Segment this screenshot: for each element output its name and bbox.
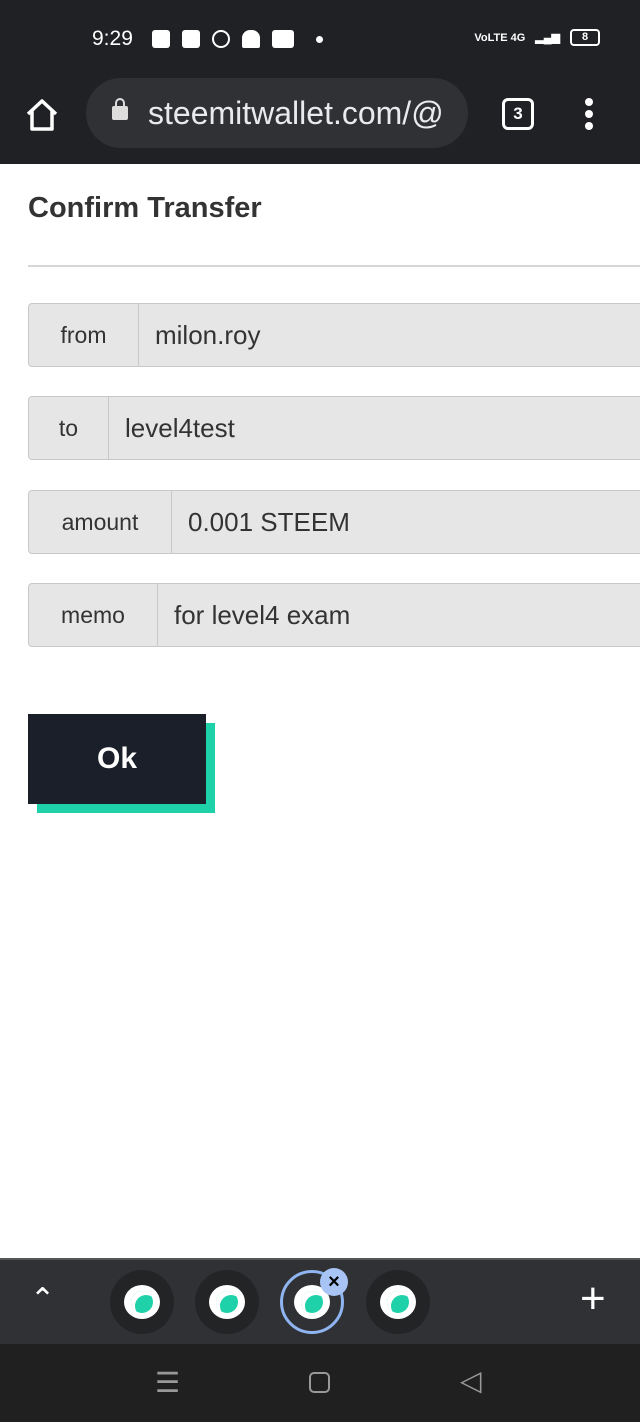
- news-icon: [182, 30, 200, 48]
- amount-label: amount: [29, 491, 172, 553]
- tab-strip: ⌃ × +: [0, 1258, 640, 1344]
- system-nav-bar: ☰ ◁: [0, 1344, 640, 1422]
- more-dot-icon: [316, 35, 323, 43]
- tab-thumbnail[interactable]: [366, 1270, 430, 1334]
- tab-thumbnail[interactable]: [195, 1270, 259, 1334]
- from-field: from milon.roy: [28, 303, 640, 367]
- steemit-favicon-icon: [209, 1285, 245, 1319]
- from-value: milon.roy: [155, 319, 261, 350]
- back-icon[interactable]: ◁: [460, 1364, 482, 1397]
- divider: [28, 265, 640, 267]
- more-menu-icon[interactable]: [585, 98, 593, 134]
- to-value: level4test: [125, 412, 235, 443]
- memo-field: memo for level4 exam: [28, 583, 640, 647]
- amount-value: 0.001 STEEM: [188, 506, 350, 537]
- from-label: from: [29, 304, 139, 366]
- steemit-favicon-icon: [124, 1285, 160, 1319]
- chevron-up-icon[interactable]: ⌃: [30, 1282, 55, 1317]
- home-icon[interactable]: [24, 98, 60, 132]
- to-label: to: [29, 397, 109, 459]
- video-icon: [152, 30, 170, 48]
- steemit-favicon-icon: [380, 1285, 416, 1319]
- amount-field: amount 0.001 STEEM: [28, 490, 640, 554]
- clock: 9:29: [92, 27, 133, 50]
- close-tab-icon[interactable]: ×: [320, 1268, 348, 1296]
- youtube-icon: [272, 30, 294, 48]
- bell-icon: [242, 30, 260, 48]
- notification-icons: [152, 30, 323, 48]
- page-title: Confirm Transfer: [28, 192, 262, 224]
- battery-icon: 8: [570, 29, 600, 46]
- tab-switcher-button[interactable]: 3: [502, 98, 534, 130]
- memo-value: for level4 exam: [174, 599, 351, 630]
- new-tab-icon[interactable]: +: [580, 1274, 606, 1324]
- address-bar[interactable]: steemitwallet.com/@: [86, 78, 468, 148]
- status-bar: 9:29 VoLTE 4G ▂▄▆ 8: [0, 0, 640, 76]
- browser-toolbar: steemitwallet.com/@ 3: [0, 76, 640, 164]
- network-label: VoLTE 4G: [474, 31, 526, 44]
- to-field: to level4test: [28, 396, 640, 460]
- url-text[interactable]: steemitwallet.com/@: [148, 95, 458, 132]
- share-icon: [212, 30, 230, 48]
- tab-thumbnail[interactable]: [110, 1270, 174, 1334]
- memo-label: memo: [29, 584, 158, 646]
- home-nav-icon[interactable]: [309, 1372, 330, 1393]
- lock-icon: [112, 98, 128, 120]
- ok-button[interactable]: Ok: [28, 714, 206, 804]
- recents-icon[interactable]: ☰: [155, 1366, 180, 1399]
- signal-icon: ▂▄▆: [535, 32, 560, 44]
